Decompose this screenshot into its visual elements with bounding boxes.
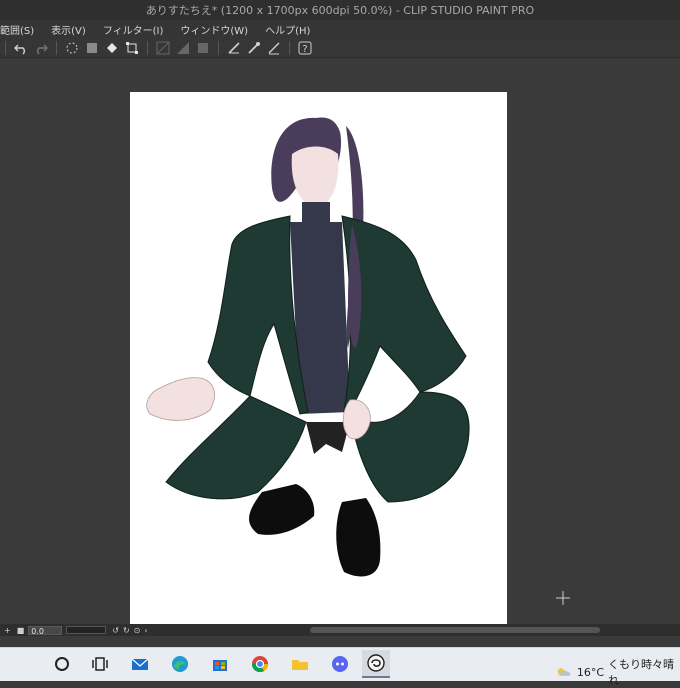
menu-view[interactable]: 表示(V) (51, 22, 93, 37)
brush-icon[interactable] (246, 40, 262, 56)
menu-filter[interactable]: フィルター(I) (103, 22, 171, 37)
toolbar-divider (56, 40, 57, 55)
toolbar-divider (147, 40, 148, 55)
reset-icon[interactable]: ⊙ (134, 626, 141, 635)
file-explorer-icon[interactable] (286, 650, 314, 678)
rotate-left-icon[interactable]: ↺ (112, 626, 119, 635)
toolbar-divider (218, 40, 219, 55)
edge-icon[interactable] (166, 650, 194, 678)
zoom-field[interactable]: 0.0 (28, 625, 63, 636)
clear-icon[interactable] (64, 40, 80, 56)
zoom-slider[interactable] (66, 626, 107, 634)
command-bar: ? (0, 38, 680, 58)
transform-icon[interactable] (124, 40, 140, 56)
redo-icon[interactable] (33, 40, 49, 56)
ruler-icon[interactable] (226, 40, 242, 56)
menu-help[interactable]: ヘルプ(H) (265, 22, 317, 37)
hide-icon[interactable] (155, 40, 171, 56)
svg-text:?: ? (302, 44, 307, 55)
status-bar: + ■ 0.0 ↺ ↻ ⊙ ‹ (0, 624, 680, 636)
window-title-bar: ありすたちえ* (1200 x 1700px 600dpi 50.0%) - C… (0, 0, 680, 20)
toolbar-divider (289, 40, 290, 55)
weather-condition: くもり時々晴れ (608, 658, 675, 687)
task-view-icon[interactable] (86, 650, 114, 678)
drawing-canvas[interactable] (130, 92, 507, 624)
menu-bar: 範囲(S) 表示(V) フィルター(I) ウィンドウ(W) ヘルプ(H) (0, 20, 680, 38)
weather-temperature: 16°C (576, 665, 605, 679)
store-icon[interactable] (206, 650, 234, 678)
weather-widget[interactable]: 16°C くもり時々晴れ (556, 656, 680, 688)
border-icon[interactable] (175, 40, 191, 56)
crosshair-cursor-icon (556, 590, 570, 605)
clip-studio-icon[interactable] (362, 650, 390, 678)
menu-selection[interactable]: 範囲(S) (0, 22, 41, 37)
horizontal-scrollbar[interactable] (310, 627, 600, 633)
pen-icon[interactable] (266, 40, 282, 56)
bucket-icon[interactable] (104, 40, 120, 56)
discord-icon[interactable] (326, 650, 354, 678)
window-title: ありすたちえ* (1200 x 1700px 600dpi 50.0%) - C… (145, 4, 535, 17)
zoom-value: 0.0 (31, 626, 44, 636)
add-icon[interactable]: + (4, 626, 11, 635)
scroll-left-icon[interactable]: ‹ (144, 626, 147, 635)
help-icon[interactable]: ? (297, 40, 313, 56)
cloudy-icon (557, 667, 571, 676)
fill-icon[interactable] (84, 40, 100, 56)
toolbar-divider (5, 40, 6, 55)
character-illustration (146, 117, 470, 577)
stop-icon[interactable]: ■ (17, 626, 25, 635)
undo-icon[interactable] (13, 40, 29, 56)
search-icon[interactable] (48, 650, 76, 678)
invert-icon[interactable] (195, 40, 211, 56)
rotate-right-icon[interactable]: ↻ (123, 626, 130, 635)
chrome-icon[interactable] (246, 650, 274, 678)
mail-icon[interactable] (126, 650, 154, 678)
menu-window[interactable]: ウィンドウ(W) (180, 22, 255, 37)
